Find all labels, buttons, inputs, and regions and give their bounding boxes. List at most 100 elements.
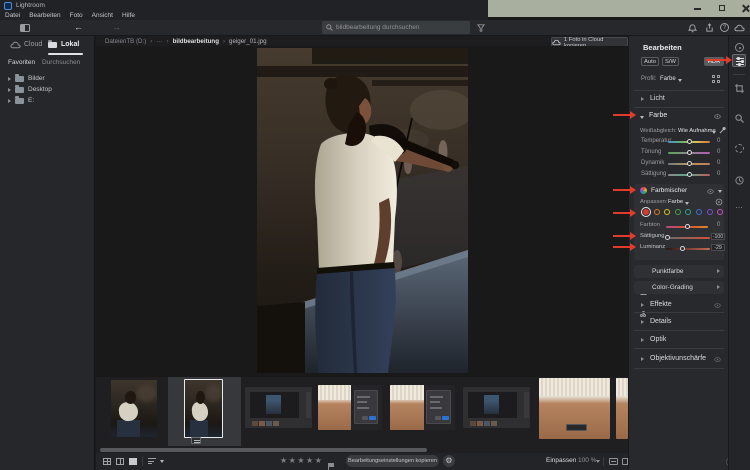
masking-tool-icon[interactable] — [735, 144, 744, 153]
chevron-down-icon[interactable] — [685, 202, 689, 205]
colorgrading-label[interactable]: Color-Grading — [652, 284, 693, 291]
section-details[interactable]: Details — [650, 318, 671, 325]
slider-value[interactable]: 0 — [717, 171, 720, 177]
filmstrip-thumb-4[interactable] — [318, 385, 382, 430]
slider-value[interactable]: 0 — [717, 149, 720, 155]
crop-tool-icon[interactable] — [735, 84, 744, 93]
slider-value[interactable]: 0 — [717, 160, 720, 166]
sort-icon[interactable] — [148, 458, 156, 464]
breadcrumb-root[interactable]: DateienTB (D:) — [105, 38, 146, 45]
menu-bearbeiten[interactable]: Bearbeiten — [29, 12, 60, 19]
flag-pick-icon[interactable] — [328, 463, 334, 470]
profile-value[interactable]: Farbe — [660, 76, 676, 82]
color-dot-1[interactable] — [654, 209, 660, 215]
filmstrip-thumb-6[interactable] — [463, 387, 530, 428]
chevron-right-icon[interactable] — [717, 269, 720, 273]
menu-hilfe[interactable]: Hilfe — [122, 12, 135, 19]
filmstrip-scrollbar-thumb[interactable] — [100, 448, 427, 452]
settings-gear-button[interactable]: ⚙ — [443, 455, 455, 467]
sidebar-item-desktop[interactable]: Desktop — [8, 86, 52, 93]
share-icon[interactable] — [705, 23, 714, 33]
bw-button[interactable]: S/W — [662, 57, 679, 66]
menu-datei[interactable]: Datei — [5, 12, 20, 19]
back-button[interactable]: ← — [74, 23, 83, 32]
filmstrip-thumb-3[interactable] — [245, 387, 312, 428]
chevron-right-icon[interactable] — [641, 320, 644, 324]
subtab-durchsuchen[interactable]: Durchsuchen — [42, 59, 80, 66]
cloud-sync-icon[interactable] — [734, 24, 745, 32]
slider-value[interactable]: 0 — [717, 138, 720, 144]
slider-handle[interactable] — [687, 172, 692, 177]
visibility-eye-icon[interactable] — [714, 356, 721, 363]
visibility-eye-icon[interactable] — [714, 113, 721, 120]
chevron-down-icon[interactable] — [160, 460, 164, 463]
menu-ansicht[interactable]: Ansicht — [92, 12, 113, 19]
grid-view-icon[interactable] — [103, 458, 111, 465]
anpassen-value[interactable]: Farbe — [668, 199, 683, 205]
star-icon[interactable]: ★ — [297, 456, 306, 465]
chevron-down-icon[interactable] — [718, 190, 722, 193]
tab-cloud[interactable]: Cloud — [24, 41, 42, 48]
visibility-eye-icon[interactable] — [714, 302, 721, 309]
chevron-down-icon[interactable] — [596, 460, 600, 463]
eyedropper-icon[interactable] — [719, 126, 726, 134]
chevron-right-icon[interactable] — [641, 303, 644, 307]
chevron-right-icon[interactable] — [641, 357, 644, 361]
more-tools-icon[interactable]: … — [735, 201, 743, 210]
slider-handle[interactable] — [687, 161, 692, 166]
breadcrumb-folder[interactable]: bildbearbeitung — [173, 38, 219, 45]
slider-value-box[interactable]: -100 — [711, 233, 725, 240]
presets-icon[interactable] — [735, 43, 744, 52]
chevron-down-icon[interactable] — [712, 131, 716, 134]
copy-edit-settings-button[interactable]: Bearbeitungseinstellungen kopieren — [346, 455, 439, 467]
slider-value[interactable]: 0 — [717, 222, 720, 228]
healing-tool-icon[interactable] — [735, 114, 744, 123]
filmstrip-thumb-2-selected[interactable] — [184, 379, 223, 438]
wb-value[interactable]: Wie Aufnahme — [678, 128, 716, 134]
section-optik[interactable]: Optik — [650, 336, 666, 343]
star-rating[interactable]: ★★★★★ — [280, 456, 323, 465]
filmstrip-thumb-1[interactable] — [111, 380, 157, 437]
luminanz-slider[interactable] — [666, 248, 710, 250]
section-farbe[interactable]: Farbe — [649, 112, 667, 119]
color-dot-5[interactable] — [696, 209, 702, 215]
window-maximize-button[interactable] — [719, 5, 725, 11]
targeted-adjustment-icon[interactable] — [715, 198, 723, 206]
section-objektivunschaerfe[interactable]: Objektivunschärfe — [650, 355, 706, 362]
star-icon[interactable]: ★ — [306, 456, 315, 465]
punktfarbe-label[interactable]: Punktfarbe — [652, 268, 683, 275]
color-dot-6[interactable] — [707, 209, 713, 215]
breadcrumb-ellipsis[interactable]: ··· — [156, 38, 162, 45]
zoom-level[interactable]: 100 % — [578, 457, 596, 464]
subtab-favoriten[interactable]: Favoriten — [8, 59, 35, 66]
versions-clock-icon[interactable] — [735, 176, 744, 185]
slider-handle[interactable] — [685, 224, 690, 229]
menu-foto[interactable]: Foto — [70, 12, 83, 19]
chevron-right-icon[interactable] — [717, 285, 720, 289]
filter-icon[interactable] — [477, 24, 485, 32]
color-dot-3[interactable] — [675, 209, 681, 215]
sidebar-item-bilder[interactable]: Bilder — [8, 75, 45, 82]
detail-view-icon[interactable] — [129, 458, 137, 465]
color-dot-0[interactable] — [643, 209, 649, 215]
sidebar-item-e-drive[interactable]: E: — [8, 97, 34, 104]
compare-view-icon[interactable] — [116, 458, 124, 465]
search-input[interactable]: bildbearbeitung durchsuchen — [322, 21, 470, 34]
tab-lokal[interactable]: Lokal — [61, 41, 79, 48]
chevron-down-icon[interactable] — [640, 116, 644, 119]
window-minimize-button[interactable] — [694, 8, 701, 10]
auto-button[interactable]: Auto — [641, 57, 659, 66]
keyboard-shortcuts-icon[interactable] — [609, 458, 618, 465]
notifications-bell-icon[interactable] — [688, 23, 697, 33]
visibility-eye-icon[interactable] — [707, 188, 714, 195]
mixer-saettigung-slider[interactable] — [666, 237, 710, 239]
section-effekte[interactable]: Effekte — [650, 301, 672, 308]
zoom-fit-label[interactable]: Einpassen — [546, 457, 576, 464]
farbmischer-title[interactable]: Farbmischer — [651, 187, 687, 194]
slider-handle[interactable] — [687, 150, 692, 155]
filmstrip-thumb-7[interactable] — [539, 378, 610, 439]
star-icon[interactable]: ★ — [280, 456, 289, 465]
slider-handle[interactable] — [687, 139, 692, 144]
chevron-right-icon[interactable] — [641, 338, 644, 342]
help-icon[interactable]: ? — [720, 23, 729, 32]
